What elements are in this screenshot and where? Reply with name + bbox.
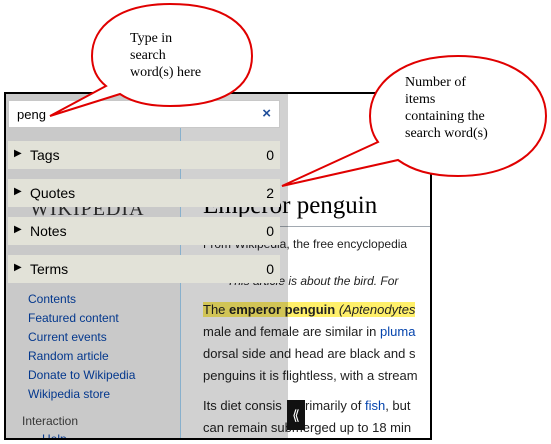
callout-bubbles <box>49 2 548 187</box>
callout-count-text: Number of items containing the search wo… <box>405 75 488 141</box>
callout-search-text: Type in search word(s) here <box>130 31 202 80</box>
